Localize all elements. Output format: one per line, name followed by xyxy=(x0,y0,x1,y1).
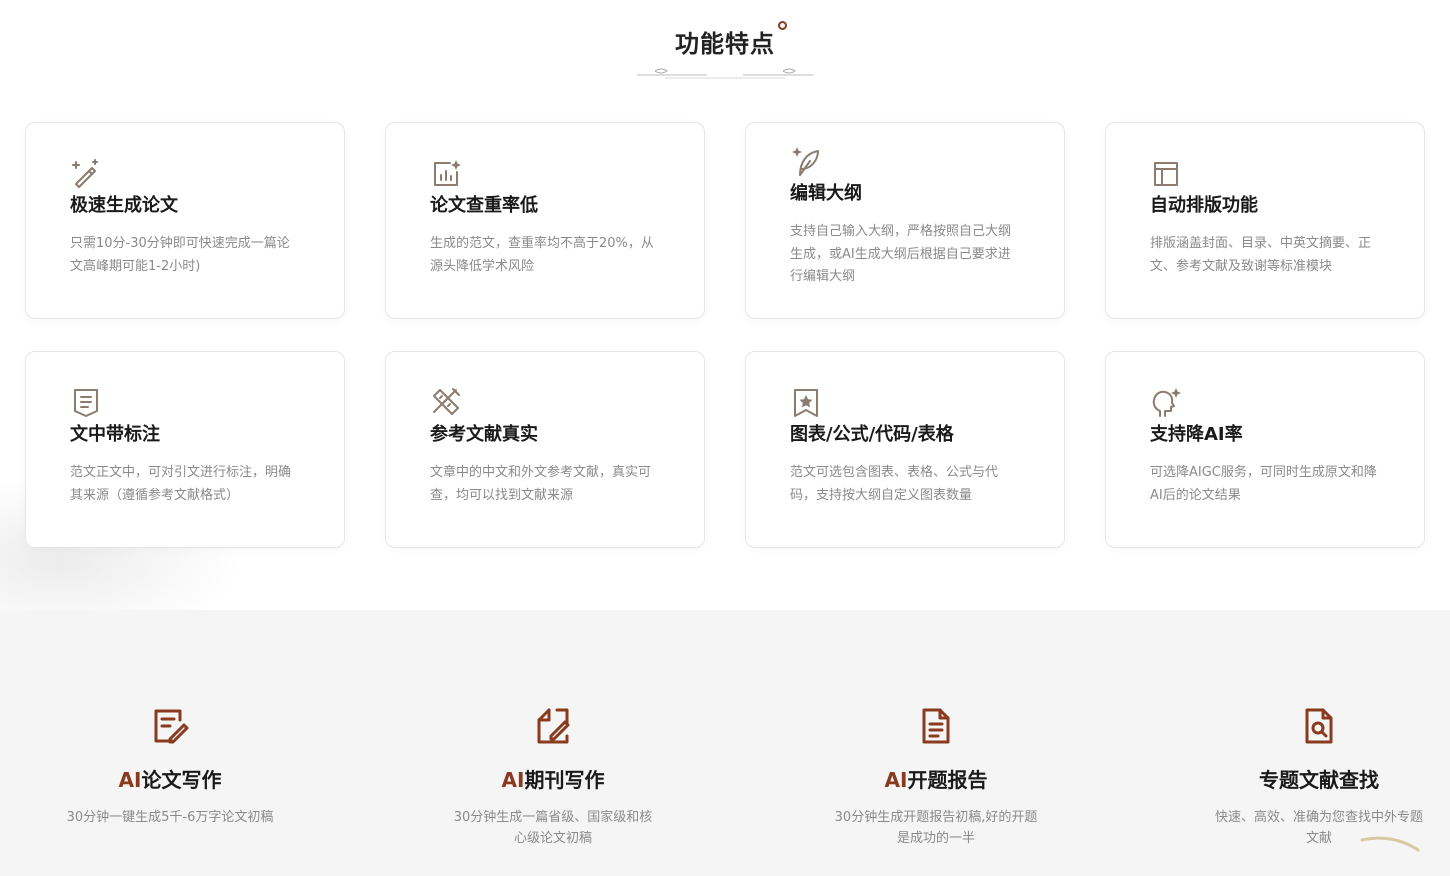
feature-title: 参考文献真实 xyxy=(430,424,538,445)
feature-description: 只需10分-30分钟即可快速完成一篇论文高峰期可能1-2小时) xyxy=(70,236,290,274)
service-title-rest: 期刊写作 xyxy=(524,768,605,792)
ai-head-icon xyxy=(1150,386,1182,418)
service-description: 30分钟生成一篇省级、国家级和核心级论文初稿 xyxy=(453,810,653,846)
feature-description: 范文正文中，可对引文进行标注，明确其来源（遵循参考文献格式） xyxy=(70,465,292,503)
feature-card-auto-layout[interactable]: 自动排版功能 排版涵盖封面、目录、中英文摘要、正文、参考文献及致谢等标准模块 xyxy=(1105,122,1425,319)
services-section: AI论文写作 30分钟一键生成5千-6万字论文初稿 AI期刊写作 30分钟生成一… xyxy=(0,610,1450,876)
section-title-text: 功能特点 xyxy=(675,30,775,58)
service-title-prefix: AI xyxy=(118,768,142,792)
feature-description: 文章中的中文和外文参考文献，真实可查，均可以找到文献来源 xyxy=(430,465,652,503)
feature-description: 支持自己输入大纲，严格按照自己大纲生成，或AI生成大纲后根据自己要求进行编辑大纲 xyxy=(790,224,1012,284)
service-title: AI开题报告 xyxy=(816,764,1056,793)
ruler-pencil-icon xyxy=(430,386,462,418)
report-document-icon xyxy=(916,706,956,746)
feature-card-real-references[interactable]: 参考文献真实 文章中的中文和外文参考文献，真实可查，均可以找到文献来源 xyxy=(385,351,705,548)
service-title-rest: 论文写作 xyxy=(141,768,222,792)
feature-title: 编辑大纲 xyxy=(790,183,862,204)
service-title: AI论文写作 xyxy=(50,764,290,793)
feature-card-low-duplicate[interactable]: 论文查重率低 生成的范文，查重率均不高于20%，从源头降低学术风险 xyxy=(385,122,705,319)
feather-icon xyxy=(790,145,822,177)
service-title-rest: 专题文献查找 xyxy=(1259,768,1379,792)
edit-document-icon xyxy=(150,706,190,746)
feature-card-inline-citation[interactable]: 文中带标注 范文正文中，可对引文进行标注，明确其来源（遵循参考文献格式） xyxy=(25,351,345,548)
feature-cards-grid: 极速生成论文 只需10分-30分钟即可快速完成一篇论文高峰期可能1-2小时) 论… xyxy=(25,122,1425,548)
title-dot-decoration xyxy=(778,21,787,30)
service-title-prefix: AI xyxy=(884,768,908,792)
feature-description: 生成的范文，查重率均不高于20%，从源头降低学术风险 xyxy=(430,236,654,274)
feature-title: 自动排版功能 xyxy=(1150,195,1258,216)
feature-title: 文中带标注 xyxy=(70,424,160,445)
feature-title: 图表/公式/代码/表格 xyxy=(790,424,954,445)
service-literature-search[interactable]: 专题文献查找 快速、高效、准确为您查找中外专题文献 xyxy=(1199,706,1439,849)
feature-card-charts-formulas[interactable]: 图表/公式/代码/表格 范文可选包含图表、表格、公式与代码，支持按大纲自定义图表… xyxy=(745,351,1065,548)
title-ornament-icon xyxy=(637,68,813,79)
feature-description: 排版涵盖封面、目录、中英文摘要、正文、参考文献及致谢等标准模块 xyxy=(1150,236,1372,274)
section-header: 功能特点 xyxy=(0,21,1450,79)
service-ai-proposal[interactable]: AI开题报告 30分钟生成开题报告初稿,好的开题是成功的一半 xyxy=(816,706,1056,849)
section-title: 功能特点 xyxy=(675,21,787,59)
journal-edit-icon xyxy=(533,706,573,746)
feature-description: 范文可选包含图表、表格、公式与代码，支持按大纲自定义图表数量 xyxy=(790,465,999,503)
feature-title: 支持降AI率 xyxy=(1150,424,1243,445)
layout-icon xyxy=(1150,157,1182,189)
feature-card-fast-generate[interactable]: 极速生成论文 只需10分-30分钟即可快速完成一篇论文高峰期可能1-2小时) xyxy=(25,122,345,319)
feature-card-reduce-ai[interactable]: 支持降AI率 可选降AIGC服务，可同时生成原文和降AI后的论文结果 xyxy=(1105,351,1425,548)
service-ai-journal[interactable]: AI期刊写作 30分钟生成一篇省级、国家级和核心级论文初稿 xyxy=(433,706,673,849)
service-description: 30分钟生成开题报告初稿,好的开题是成功的一半 xyxy=(834,810,1038,846)
service-ai-thesis[interactable]: AI论文写作 30分钟一键生成5千-6万字论文初稿 xyxy=(50,706,290,828)
brush-stroke-icon xyxy=(1360,836,1420,852)
feature-title: 论文查重率低 xyxy=(430,195,538,216)
service-title: 专题文献查找 xyxy=(1199,764,1439,793)
service-title-rest: 开题报告 xyxy=(907,768,988,792)
search-document-icon xyxy=(1299,706,1339,746)
service-title: AI期刊写作 xyxy=(433,764,673,793)
service-title-prefix: AI xyxy=(501,768,525,792)
feature-title: 极速生成论文 xyxy=(70,195,178,216)
service-description: 30分钟一键生成5千-6万字论文初稿 xyxy=(66,810,274,825)
feature-description: 可选降AIGC服务，可同时生成原文和降AI后的论文结果 xyxy=(1150,465,1377,503)
magic-wand-icon xyxy=(70,157,102,189)
chart-sparkle-icon xyxy=(430,157,462,189)
star-frame-icon xyxy=(790,386,822,418)
ribbon-note-icon xyxy=(70,386,102,418)
feature-card-edit-outline[interactable]: 编辑大纲 支持自己输入大纲，严格按照自己大纲生成，或AI生成大纲后根据自己要求进… xyxy=(745,122,1065,319)
